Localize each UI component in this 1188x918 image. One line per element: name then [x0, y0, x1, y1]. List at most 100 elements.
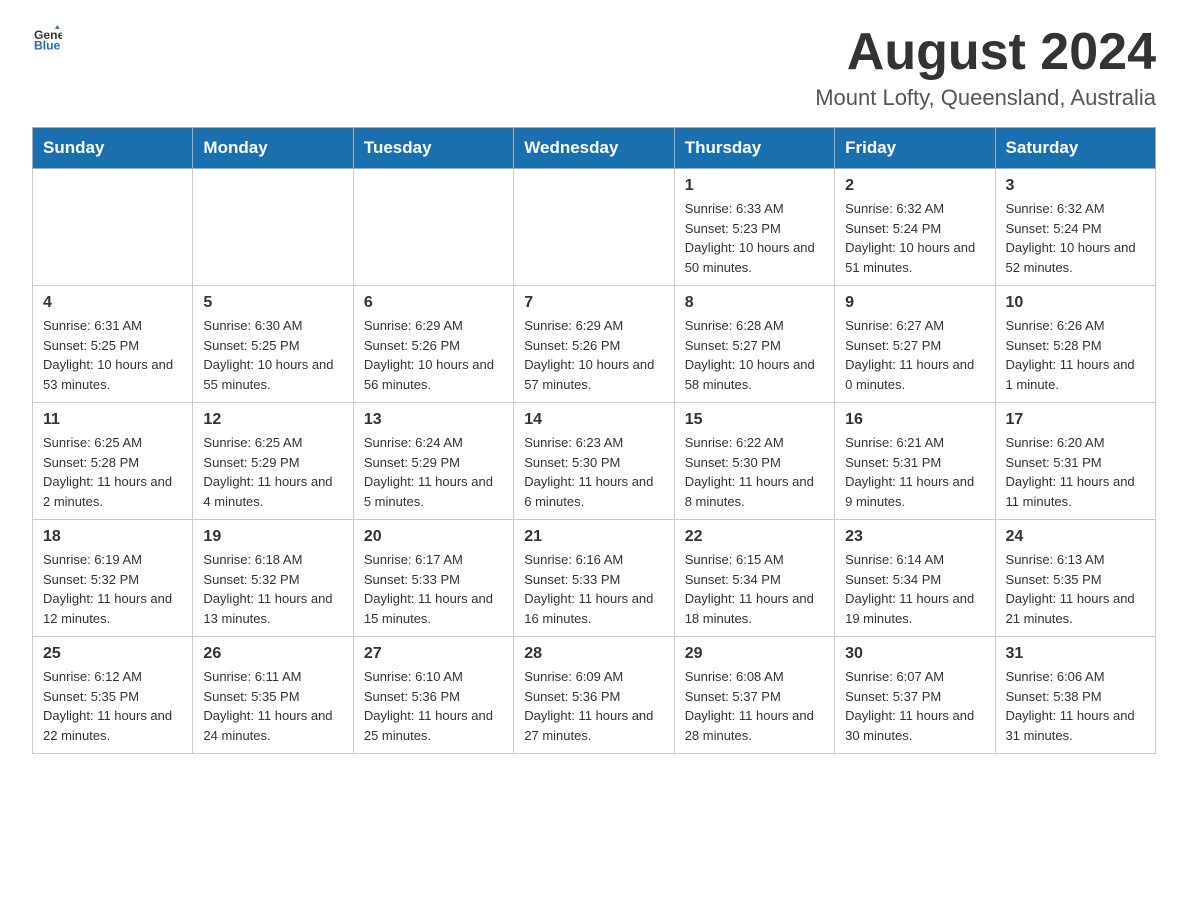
cell-day-number: 22	[685, 528, 824, 546]
calendar-cell: 27 Sunrise: 6:10 AMSunset: 5:36 PMDayligh…	[353, 637, 513, 754]
location-subtitle: Mount Lofty, Queensland, Australia	[815, 85, 1156, 111]
cell-day-number: 3	[1006, 177, 1145, 195]
calendar-cell: 22 Sunrise: 6:15 AMSunset: 5:34 PMDayligh…	[674, 520, 834, 637]
cell-sun-info: Sunrise: 6:21 AMSunset: 5:31 PMDaylight:…	[845, 433, 984, 511]
cell-day-number: 6	[364, 294, 503, 312]
weekday-header-wednesday: Wednesday	[514, 128, 674, 169]
calendar-cell: 3 Sunrise: 6:32 AMSunset: 5:24 PMDaylight…	[995, 169, 1155, 286]
calendar-cell: 21 Sunrise: 6:16 AMSunset: 5:33 PMDayligh…	[514, 520, 674, 637]
cell-sun-info: Sunrise: 6:14 AMSunset: 5:34 PMDaylight:…	[845, 550, 984, 628]
logo-icon: General Blue	[34, 24, 62, 52]
cell-day-number: 20	[364, 528, 503, 546]
calendar-table: SundayMondayTuesdayWednesdayThursdayFrid…	[32, 127, 1156, 754]
cell-day-number: 10	[1006, 294, 1145, 312]
calendar-cell: 12 Sunrise: 6:25 AMSunset: 5:29 PMDayligh…	[193, 403, 353, 520]
cell-sun-info: Sunrise: 6:09 AMSunset: 5:36 PMDaylight:…	[524, 667, 663, 745]
calendar-cell: 15 Sunrise: 6:22 AMSunset: 5:30 PMDayligh…	[674, 403, 834, 520]
calendar-cell: 8 Sunrise: 6:28 AMSunset: 5:27 PMDaylight…	[674, 286, 834, 403]
cell-day-number: 5	[203, 294, 342, 312]
weekday-header-tuesday: Tuesday	[353, 128, 513, 169]
cell-sun-info: Sunrise: 6:17 AMSunset: 5:33 PMDaylight:…	[364, 550, 503, 628]
cell-day-number: 12	[203, 411, 342, 429]
cell-sun-info: Sunrise: 6:16 AMSunset: 5:33 PMDaylight:…	[524, 550, 663, 628]
cell-sun-info: Sunrise: 6:08 AMSunset: 5:37 PMDaylight:…	[685, 667, 824, 745]
cell-day-number: 11	[43, 411, 182, 429]
cell-sun-info: Sunrise: 6:26 AMSunset: 5:28 PMDaylight:…	[1006, 316, 1145, 394]
cell-day-number: 31	[1006, 645, 1145, 663]
cell-day-number: 8	[685, 294, 824, 312]
calendar-cell	[353, 169, 513, 286]
cell-day-number: 1	[685, 177, 824, 195]
cell-sun-info: Sunrise: 6:23 AMSunset: 5:30 PMDaylight:…	[524, 433, 663, 511]
cell-sun-info: Sunrise: 6:13 AMSunset: 5:35 PMDaylight:…	[1006, 550, 1145, 628]
cell-sun-info: Sunrise: 6:25 AMSunset: 5:28 PMDaylight:…	[43, 433, 182, 511]
cell-sun-info: Sunrise: 6:32 AMSunset: 5:24 PMDaylight:…	[1006, 199, 1145, 277]
calendar-cell: 28 Sunrise: 6:09 AMSunset: 5:36 PMDayligh…	[514, 637, 674, 754]
calendar-cell: 19Sunrise: 6:18 AMSunset: 5:32 PMDayligh…	[193, 520, 353, 637]
cell-day-number: 23	[845, 528, 984, 546]
cell-day-number: 4	[43, 294, 182, 312]
calendar-cell: 1 Sunrise: 6:33 AMSunset: 5:23 PMDaylight…	[674, 169, 834, 286]
cell-day-number: 18	[43, 528, 182, 546]
cell-day-number: 21	[524, 528, 663, 546]
calendar-body: 1 Sunrise: 6:33 AMSunset: 5:23 PMDaylight…	[33, 169, 1156, 754]
weekday-header-thursday: Thursday	[674, 128, 834, 169]
calendar-cell: 14 Sunrise: 6:23 AMSunset: 5:30 PMDayligh…	[514, 403, 674, 520]
calendar-week-row: 18 Sunrise: 6:19 AMSunset: 5:32 PMDayligh…	[33, 520, 1156, 637]
calendar-cell: 4 Sunrise: 6:31 AMSunset: 5:25 PMDaylight…	[33, 286, 193, 403]
cell-day-number: 14	[524, 411, 663, 429]
calendar-cell: 10 Sunrise: 6:26 AMSunset: 5:28 PMDayligh…	[995, 286, 1155, 403]
cell-day-number: 29	[685, 645, 824, 663]
cell-sun-info: Sunrise: 6:30 AMSunset: 5:25 PMDaylight:…	[203, 316, 342, 394]
weekday-header-row: SundayMondayTuesdayWednesdayThursdayFrid…	[33, 128, 1156, 169]
cell-day-number: 15	[685, 411, 824, 429]
cell-sun-info: Sunrise: 6:29 AMSunset: 5:26 PMDaylight:…	[524, 316, 663, 394]
weekday-header-friday: Friday	[835, 128, 995, 169]
calendar-week-row: 1 Sunrise: 6:33 AMSunset: 5:23 PMDaylight…	[33, 169, 1156, 286]
weekday-header-sunday: Sunday	[33, 128, 193, 169]
calendar-cell: 13Sunrise: 6:24 AMSunset: 5:29 PMDayligh…	[353, 403, 513, 520]
cell-sun-info: Sunrise: 6:24 AMSunset: 5:29 PMDaylight:…	[364, 433, 503, 511]
cell-sun-info: Sunrise: 6:20 AMSunset: 5:31 PMDaylight:…	[1006, 433, 1145, 511]
weekday-header-monday: Monday	[193, 128, 353, 169]
cell-sun-info: Sunrise: 6:10 AMSunset: 5:36 PMDaylight:…	[364, 667, 503, 745]
cell-sun-info: Sunrise: 6:19 AMSunset: 5:32 PMDaylight:…	[43, 550, 182, 628]
cell-sun-info: Sunrise: 6:11 AMSunset: 5:35 PMDaylight:…	[203, 667, 342, 745]
svg-text:Blue: Blue	[34, 38, 61, 52]
calendar-cell: 6 Sunrise: 6:29 AMSunset: 5:26 PMDaylight…	[353, 286, 513, 403]
calendar-cell: 7Sunrise: 6:29 AMSunset: 5:26 PMDaylight…	[514, 286, 674, 403]
cell-day-number: 2	[845, 177, 984, 195]
cell-sun-info: Sunrise: 6:06 AMSunset: 5:38 PMDaylight:…	[1006, 667, 1145, 745]
calendar-cell: 2Sunrise: 6:32 AMSunset: 5:24 PMDaylight…	[835, 169, 995, 286]
cell-sun-info: Sunrise: 6:12 AMSunset: 5:35 PMDaylight:…	[43, 667, 182, 745]
calendar-week-row: 11 Sunrise: 6:25 AMSunset: 5:28 PMDayligh…	[33, 403, 1156, 520]
calendar-cell: 24 Sunrise: 6:13 AMSunset: 5:35 PMDayligh…	[995, 520, 1155, 637]
calendar-cell: 9 Sunrise: 6:27 AMSunset: 5:27 PMDaylight…	[835, 286, 995, 403]
cell-sun-info: Sunrise: 6:18 AMSunset: 5:32 PMDaylight:…	[203, 550, 342, 628]
calendar-cell: 31 Sunrise: 6:06 AMSunset: 5:38 PMDayligh…	[995, 637, 1155, 754]
cell-day-number: 16	[845, 411, 984, 429]
cell-sun-info: Sunrise: 6:25 AMSunset: 5:29 PMDaylight:…	[203, 433, 342, 511]
cell-day-number: 17	[1006, 411, 1145, 429]
cell-sun-info: Sunrise: 6:29 AMSunset: 5:26 PMDaylight:…	[364, 316, 503, 394]
cell-sun-info: Sunrise: 6:31 AMSunset: 5:25 PMDaylight:…	[43, 316, 182, 394]
cell-day-number: 9	[845, 294, 984, 312]
calendar-header: SundayMondayTuesdayWednesdayThursdayFrid…	[33, 128, 1156, 169]
cell-sun-info: Sunrise: 6:15 AMSunset: 5:34 PMDaylight:…	[685, 550, 824, 628]
calendar-cell: 11 Sunrise: 6:25 AMSunset: 5:28 PMDayligh…	[33, 403, 193, 520]
cell-day-number: 24	[1006, 528, 1145, 546]
calendar-cell: 16 Sunrise: 6:21 AMSunset: 5:31 PMDayligh…	[835, 403, 995, 520]
calendar-week-row: 4 Sunrise: 6:31 AMSunset: 5:25 PMDaylight…	[33, 286, 1156, 403]
calendar-cell: 5 Sunrise: 6:30 AMSunset: 5:25 PMDaylight…	[193, 286, 353, 403]
calendar-cell: 17 Sunrise: 6:20 AMSunset: 5:31 PMDayligh…	[995, 403, 1155, 520]
cell-day-number: 28	[524, 645, 663, 663]
cell-day-number: 25	[43, 645, 182, 663]
title-block: August 2024 Mount Lofty, Queensland, Aus…	[815, 24, 1156, 111]
cell-sun-info: Sunrise: 6:27 AMSunset: 5:27 PMDaylight:…	[845, 316, 984, 394]
cell-sun-info: Sunrise: 6:33 AMSunset: 5:23 PMDaylight:…	[685, 199, 824, 277]
calendar-cell	[193, 169, 353, 286]
cell-sun-info: Sunrise: 6:28 AMSunset: 5:27 PMDaylight:…	[685, 316, 824, 394]
cell-day-number: 26	[203, 645, 342, 663]
cell-sun-info: Sunrise: 6:22 AMSunset: 5:30 PMDaylight:…	[685, 433, 824, 511]
cell-day-number: 27	[364, 645, 503, 663]
